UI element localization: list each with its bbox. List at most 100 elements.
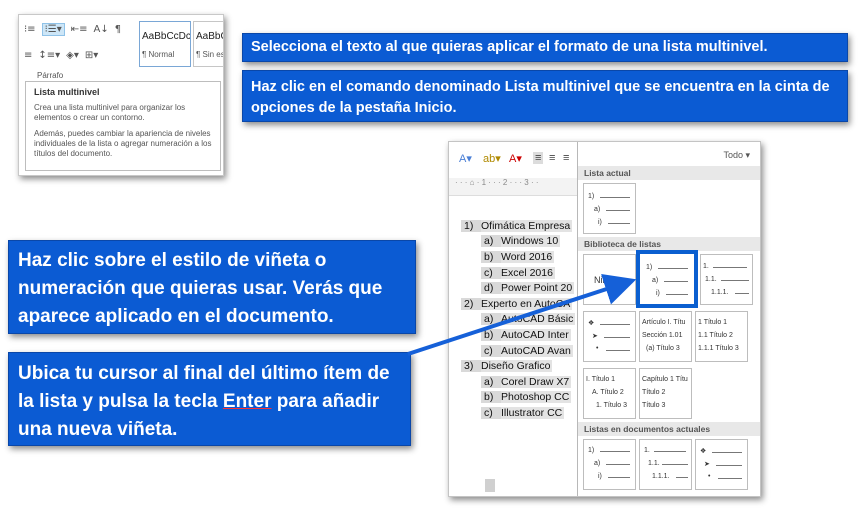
list-item-text: Excel 2016: [501, 266, 555, 279]
list-marker: 2): [461, 297, 481, 310]
document-list-paren[interactable]: 1) a) i): [583, 439, 636, 490]
library-article[interactable]: Artículo I. Títu Sección 1.01 (a) Título…: [639, 311, 692, 362]
list-item-text: Experto en AutoCA: [481, 297, 573, 310]
filter-dropdown[interactable]: Todo ▾: [723, 150, 750, 161]
dot-bullet-icon: •: [596, 345, 599, 352]
list-marker: a): [481, 375, 501, 388]
font-color-icon[interactable]: A▾: [509, 152, 522, 165]
section-current-list: Lista actual: [578, 166, 760, 180]
list-marker: a): [481, 313, 501, 326]
align-right-icon[interactable]: ≡: [563, 152, 569, 164]
panel-top-strip: [652, 142, 760, 148]
borders-icon[interactable]: ⊞▾: [85, 50, 98, 61]
list-item-text: Word 2016: [501, 250, 555, 263]
list-item[interactable]: a) Windows 10: [461, 234, 579, 250]
tooltip-text-2: Además, puedes cambiar la apariencia de …: [34, 129, 212, 158]
list-marker: b): [481, 391, 501, 404]
library-bullets[interactable]: ❖ ➤ •: [583, 311, 636, 362]
list-marker: b): [481, 250, 501, 263]
list-item-text: AutoCAD Avan: [501, 344, 573, 357]
arrow-bullet-icon: ➤: [704, 461, 710, 468]
section-list-library: Biblioteca de listas: [578, 237, 760, 251]
list-marker: a): [481, 235, 501, 248]
list-item[interactable]: b) Word 2016: [461, 249, 579, 265]
shading-icon[interactable]: ◈▾: [66, 50, 79, 61]
list-item[interactable]: 3) Diseño Grafico: [461, 358, 579, 374]
arrow-bullet-icon: ➤: [592, 333, 598, 340]
list-marker: c): [481, 406, 501, 419]
list-item-text: Corel Draw X7: [501, 375, 572, 388]
current-list-thumb[interactable]: 1) a) i): [583, 183, 636, 234]
bullets-icon[interactable]: ⁝≡: [24, 24, 36, 35]
list-item-text: Ofimática Empresa: [481, 219, 573, 232]
list-marker: 1): [461, 219, 481, 232]
text-effects-icon[interactable]: A▾: [459, 152, 472, 165]
library-chapter[interactable]: Capítulo 1 Títu Título 2 Título 3: [639, 368, 692, 419]
list-item[interactable]: a) AutoCAD Básic: [461, 312, 579, 328]
callout-place-cursor: Ubica tu cursor al final del último ítem…: [8, 352, 411, 446]
ribbon-paragraph-snippet: ⁝≡ ⁝☰▾ ⇤≡ A↓ ¶ ≡ ↕≡▾ ◈▾ ⊞▾ AaBbCcDc ¶ No…: [18, 14, 224, 176]
library-none[interactable]: Ninguno: [583, 254, 636, 305]
align-center-icon[interactable]: ≡: [549, 152, 555, 164]
list-item-text: Illustrator CC: [501, 406, 565, 419]
style-normal[interactable]: AaBbCcDc ¶ Normal: [139, 21, 191, 67]
enter-key-text: Enter: [222, 391, 272, 412]
list-item-text: Windows 10: [501, 235, 561, 248]
section-document-lists: Listas en documentos actuales: [578, 422, 760, 436]
highlight-icon[interactable]: ab▾: [483, 152, 501, 165]
decrease-indent-icon[interactable]: ⇤≡: [71, 24, 88, 35]
pilcrow-icon[interactable]: ¶: [115, 24, 121, 35]
multilevel-list-icon[interactable]: ⁝☰▾: [41, 22, 65, 36]
diamond-bullet-icon: ❖: [700, 448, 707, 455]
style-no-spacing[interactable]: AaBbCc ¶ Sin esp: [193, 21, 223, 67]
ruler: · · · ⌂ · 1 · · · 2 · · · 3 · ·: [449, 178, 579, 196]
tooltip-text-1: Crea una lista multinivel para organizar…: [34, 103, 186, 122]
callout-select-text: Selecciona el texto al que quieras aplic…: [242, 33, 848, 62]
new-item-marker: [485, 479, 495, 492]
sort-icon[interactable]: A↓: [94, 24, 109, 35]
list-marker: 3): [461, 360, 481, 373]
callout-click-command: Haz clic en el comando denominado Lista …: [242, 70, 848, 122]
list-item-text: Power Point 20: [501, 282, 575, 295]
ribbon-row-1: ⁝≡ ⁝☰▾ ⇤≡ A↓ ¶: [21, 19, 124, 39]
diamond-bullet-icon: ❖: [588, 320, 595, 327]
list-marker: b): [481, 328, 501, 341]
list-item[interactable]: b) Photoshop CC: [461, 390, 579, 406]
list-item[interactable]: a) Corel Draw X7: [461, 374, 579, 390]
library-roman-headings[interactable]: I. Título 1 A. Título 2 1. Título 3: [583, 368, 636, 419]
group-label: Párrafo: [37, 71, 64, 80]
library-heading-decimal[interactable]: 1 Título 1 1.1 Título 2 1.1.1 Título 3: [695, 311, 748, 362]
line-spacing-icon[interactable]: ↕≡▾: [38, 50, 60, 61]
list-item[interactable]: 2) Experto en AutoCA: [461, 296, 579, 312]
document-list-bullets[interactable]: ❖ ➤ •: [695, 439, 748, 490]
list-item[interactable]: c) Excel 2016: [461, 265, 579, 281]
dot-bullet-icon: •: [708, 473, 711, 480]
tooltip: Lista multinivel Crea una lista multiniv…: [25, 81, 221, 171]
document-page[interactable]: 1) Ofimática Empresa a) Windows 10 b) Word 20…: [449, 196, 579, 496]
tooltip-title: Lista multinivel: [34, 87, 100, 97]
library-numbered-paren[interactable]: 1) a) i): [636, 250, 698, 308]
list-marker: c): [481, 344, 501, 357]
multilevel-list-gallery: Todo ▾ Lista actual 1) a) i) Biblioteca …: [577, 142, 760, 496]
align-left-icon[interactable]: ≡: [533, 152, 544, 164]
list-item-text: AutoCAD Básic: [501, 313, 576, 326]
font-toolbar: A▾ ab▾ A▾ ≡ ≡ ≡: [449, 142, 579, 178]
callout-click-style: Haz clic sobre el estilo de viñeta o num…: [8, 240, 416, 334]
list-item-text: Diseño Grafico: [481, 360, 553, 373]
list-marker: d): [481, 282, 501, 295]
multilevel-list: 1) Ofimática Empresa a) Windows 10 b) Word 20…: [461, 218, 579, 421]
list-item-text: AutoCAD Inter: [501, 328, 571, 341]
justify-icon[interactable]: ≡: [24, 50, 32, 61]
styles-gallery: AaBbCcDc ¶ Normal AaBbCc ¶ Sin esp: [139, 21, 223, 67]
list-item-text: Photoshop CC: [501, 391, 572, 404]
document-list-decimal[interactable]: 1. 1.1. 1.1.1.: [639, 439, 692, 490]
list-item[interactable]: 1) Ofimática Empresa: [461, 218, 579, 234]
list-item[interactable]: c) Illustrator CC: [461, 405, 579, 421]
list-marker: c): [481, 266, 501, 279]
ribbon-row-2: ≡ ↕≡▾ ◈▾ ⊞▾: [21, 45, 101, 65]
list-item[interactable]: c) AutoCAD Avan: [461, 343, 579, 359]
list-item[interactable]: b) AutoCAD Inter: [461, 327, 579, 343]
library-decimal[interactable]: 1. 1.1. 1.1.1.: [700, 254, 753, 305]
word-window-snippet: A▾ ab▾ A▾ ≡ ≡ ≡ · · · ⌂ · 1 · · · 2 · · …: [448, 141, 761, 497]
list-item[interactable]: d) Power Point 20: [461, 280, 579, 296]
